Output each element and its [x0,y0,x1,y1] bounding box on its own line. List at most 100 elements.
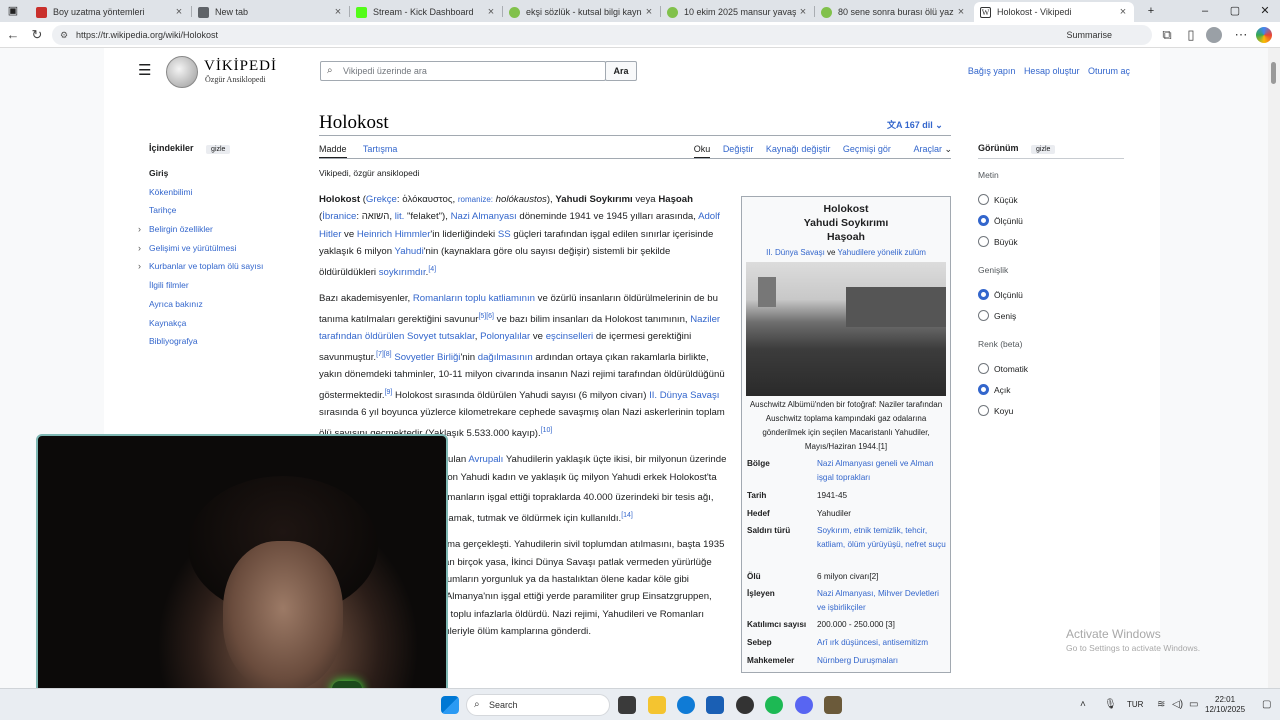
infobox-subtitle-link[interactable]: II. Dünya Savaşı [766,248,825,257]
tab-close-icon[interactable]: × [954,6,968,18]
donate-link[interactable]: Bağış yapın [968,66,1016,76]
new-tab-icon[interactable]: + [1136,0,1166,22]
radio-button[interactable] [978,363,989,374]
toc-item[interactable]: Giriş [149,168,299,187]
summarise-button[interactable]: Summarise [1066,25,1112,45]
wikipedia-globe-logo[interactable] [166,56,198,88]
tab-close-icon[interactable]: × [796,6,810,18]
tools-menu[interactable]: Araçlar ⌄ [903,144,952,154]
browser-tab[interactable]: 80 sene sonra burası ölü yazılarını × [815,2,972,22]
volume-icon[interactable]: ◁) [1172,699,1183,710]
tab-history[interactable]: Geçmişi gör [843,144,891,154]
minimize-icon[interactable]: – [1190,0,1220,22]
radio-text-standard[interactable]: Ölçünlü [978,215,1023,226]
radio-color-light[interactable]: Açık [978,384,1011,395]
tab-edit-source[interactable]: Kaynağı değiştir [766,144,831,154]
toc-item[interactable]: › Kurbanlar ve toplam ölü sayısı [138,261,299,280]
profile-avatar[interactable] [1206,27,1222,43]
radio-button-selected[interactable] [978,289,989,300]
site-info-icon[interactable]: ⚙ [60,25,68,45]
clock[interactable]: 22:01 12/10/2025 [1205,695,1245,715]
wifi-icon[interactable]: ≋ [1157,699,1165,710]
battery-icon[interactable]: ▭ [1189,699,1198,710]
show-hidden-icons-icon[interactable]: ˄ [1080,699,1086,710]
tab-talk[interactable]: Tartışma [363,144,398,154]
login-link[interactable]: Oturum aç [1088,66,1130,76]
radio-text-large[interactable]: Büyük [978,236,1018,247]
edge-icon[interactable] [677,696,695,714]
toc-item[interactable]: Bibliyografya [149,336,299,355]
browser-tab[interactable]: ekşi sözlük - kutsal bilgi kaynağı × [503,2,660,22]
radio-button[interactable] [978,310,989,321]
sidebar-icon[interactable]: ▯ [1182,26,1200,44]
app-icon[interactable] [824,696,842,714]
microphone-icon[interactable]: 🎙 [1104,699,1117,710]
browser-tab-active[interactable]: W Holokost - Vikipedi × [974,2,1134,22]
wikipedia-wordmark[interactable]: VİKİPEDİ [204,58,277,75]
radio-button[interactable] [978,236,989,247]
chevron-right-icon[interactable]: › [138,243,141,253]
scrollbar-thumb[interactable] [1271,62,1276,84]
tab-close-icon[interactable]: × [172,6,186,18]
page-scrollbar[interactable] [1268,48,1280,688]
radio-color-auto[interactable]: Otomatik [978,363,1028,374]
browser-tab[interactable]: Stream - Kick Dashboard × [350,2,502,22]
maximize-icon[interactable]: ▢ [1220,0,1250,22]
radio-button[interactable] [978,194,989,205]
input-language[interactable]: TUR [1127,700,1143,709]
toc-item[interactable]: Kökenbilimi [149,187,299,206]
tab-read[interactable]: Oku [693,144,711,159]
radio-button[interactable] [978,405,989,416]
browser-tab[interactable]: Boy uzatma yöntemleri × [30,2,190,22]
chevron-right-icon[interactable]: › [138,261,141,271]
copilot-icon[interactable] [1256,27,1272,43]
tab-close-icon[interactable]: × [642,6,656,18]
infobox-image[interactable] [746,262,946,396]
toc-hide-button[interactable]: gizle [206,145,231,154]
create-account-link[interactable]: Hesap oluştur [1024,66,1080,76]
toc-item[interactable]: › Gelişimi ve yürütülmesi [138,243,299,262]
menu-icon[interactable]: ⋯ [1232,26,1250,44]
infobox-subtitle-link[interactable]: Yahudilere yönelik zulüm [838,248,926,257]
extensions-icon[interactable]: ⧉ [1158,26,1176,44]
url-input[interactable]: ⚙ https://tr.wikipedia.org/wiki/Holokost… [52,25,1152,45]
discord-icon[interactable] [795,696,813,714]
radio-button-selected[interactable] [978,384,989,395]
chevron-right-icon[interactable]: › [138,224,141,234]
radio-width-wide[interactable]: Geniş [978,310,1016,321]
toc-item[interactable]: › Belirgin özellikler [138,224,299,243]
task-view-icon[interactable] [618,696,636,714]
tab-edit[interactable]: Değiştir [723,144,754,154]
radio-button-selected[interactable] [978,215,989,226]
radio-color-dark[interactable]: Koyu [978,405,1013,416]
reload-icon[interactable]: ↻ [28,26,46,44]
radio-text-small[interactable]: Küçük [978,194,1018,205]
toc-item[interactable]: İlgili filmler [149,280,299,299]
close-window-icon[interactable]: ✕ [1250,0,1280,22]
taskbar-search[interactable]: ⌕ Search [466,694,610,716]
store-icon[interactable] [706,696,724,714]
obs-icon[interactable] [736,696,754,714]
tab-close-icon[interactable]: × [331,6,345,18]
tab-favicon-icon [667,6,678,18]
browser-tab[interactable]: 10 ekim 2025 mansur yavaş'ın açıklaması … [661,2,814,22]
toc-item[interactable]: Ayrıca bakınız [149,299,299,318]
browser-tab[interactable]: New tab × [192,2,349,22]
file-explorer-icon[interactable] [648,696,666,714]
toc-item[interactable]: Tarihçe [149,205,299,224]
spotify-icon[interactable] [765,696,783,714]
appearance-hide-button[interactable]: gizle [1031,145,1056,154]
radio-width-standard[interactable]: Ölçünlü [978,289,1023,300]
toc-item[interactable]: Kaynakça [149,318,299,337]
tab-article[interactable]: Madde [319,144,347,159]
search-input[interactable]: ⌕ Vikipedi üzerinde ara [320,61,606,81]
notifications-icon[interactable]: ▢ [1262,699,1271,710]
hamburger-menu-icon[interactable]: ☰ [138,63,152,78]
tab-close-icon[interactable]: × [1116,6,1130,18]
start-icon[interactable] [441,696,459,714]
tab-close-icon[interactable]: × [484,6,498,18]
search-button[interactable]: Ara [605,61,637,81]
language-button[interactable]: 文A 167 dil ⌄ [887,118,943,131]
back-icon[interactable]: ← [4,26,22,44]
tab-actions-icon[interactable]: ▣ [0,0,26,22]
